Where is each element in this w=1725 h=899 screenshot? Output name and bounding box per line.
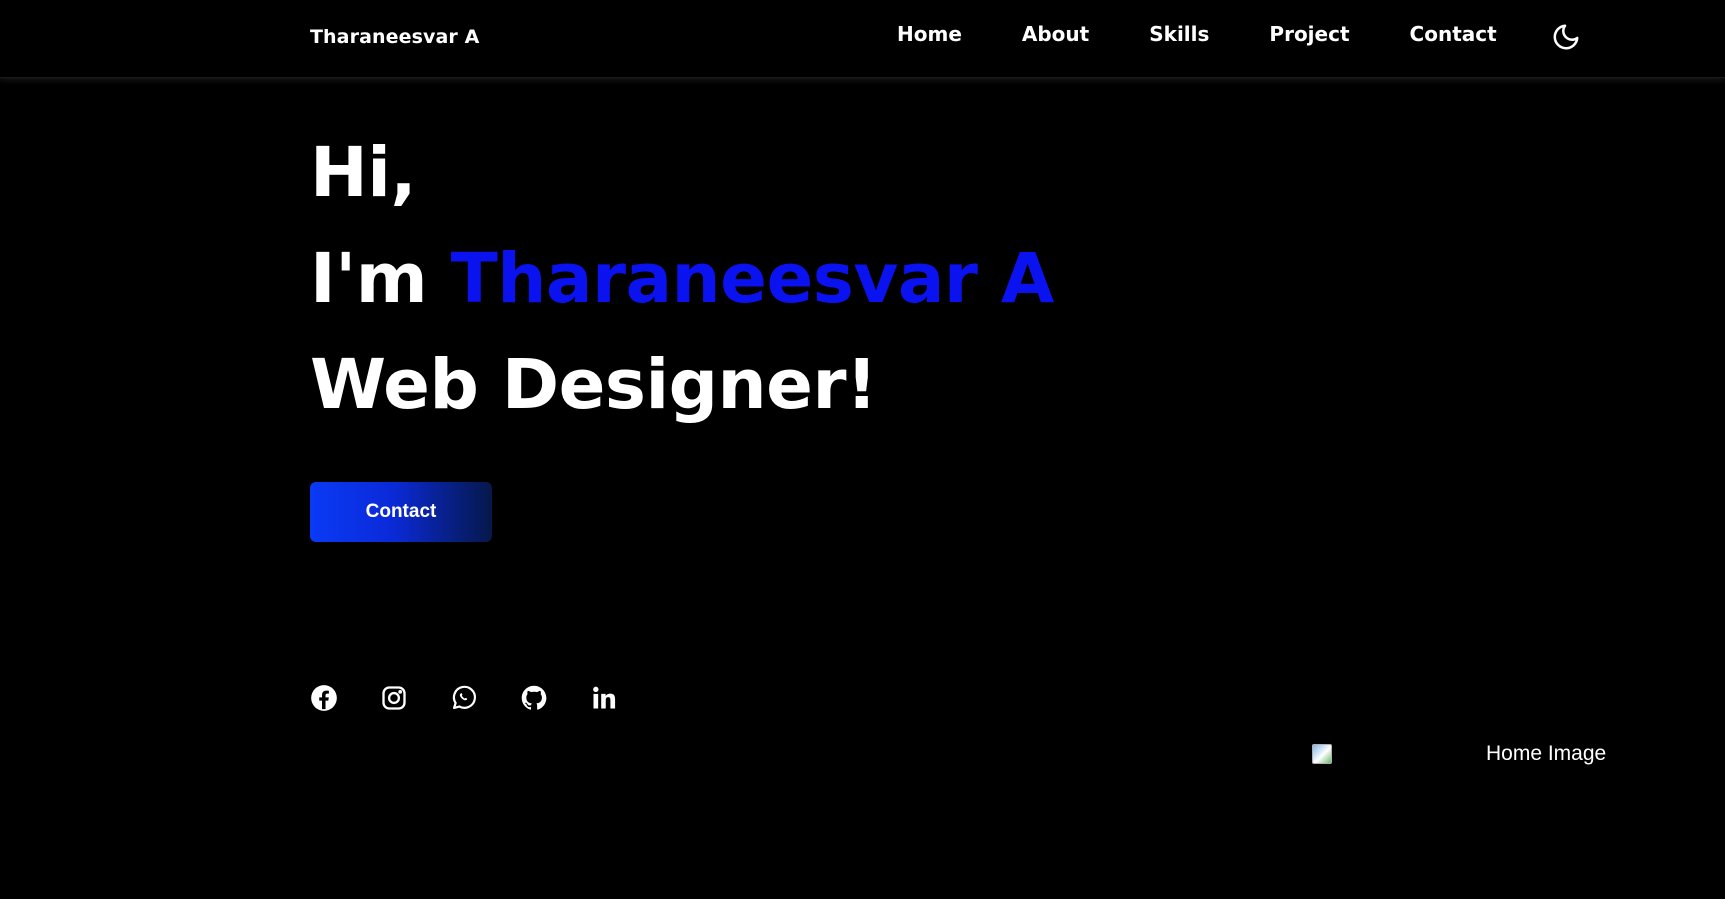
facebook-link[interactable]	[310, 684, 338, 712]
hero-role: Web Designer!	[310, 345, 877, 425]
linkedin-link[interactable]	[590, 684, 618, 712]
social-links	[310, 684, 660, 712]
broken-image-icon	[1312, 744, 1332, 764]
main-nav: Home About Skills Project Contact	[897, 22, 1497, 46]
whatsapp-icon	[452, 685, 477, 710]
github-icon	[521, 685, 547, 710]
instagram-icon	[382, 686, 406, 710]
hero-intro: I'm Tharaneesvar A	[310, 226, 1054, 332]
linkedin-icon	[593, 686, 616, 709]
facebook-icon	[311, 685, 337, 711]
nav-home[interactable]: Home	[897, 22, 962, 46]
nav-about[interactable]: About	[1022, 22, 1089, 46]
nav-project[interactable]: Project	[1269, 22, 1349, 46]
nav-skills[interactable]: Skills	[1149, 22, 1209, 46]
nav-contact[interactable]: Contact	[1410, 22, 1497, 46]
hero-name: Tharaneesvar A	[450, 239, 1055, 319]
theme-toggle-button[interactable]	[1551, 22, 1581, 52]
github-link[interactable]	[520, 684, 548, 712]
instagram-link[interactable]	[380, 684, 408, 712]
site-logo[interactable]: Tharaneesvar A	[310, 26, 479, 48]
whatsapp-link[interactable]	[450, 684, 478, 712]
hero-section: Hi, I'm Tharaneesvar A Web Designer!	[310, 120, 1054, 438]
hero-greeting: Hi,	[310, 133, 417, 213]
home-image-alt-text: Home Image	[1486, 742, 1607, 765]
home-image: Home Image	[1312, 742, 1618, 782]
contact-button[interactable]: Contact	[310, 482, 492, 542]
hero-intro-prefix: I'm	[310, 239, 451, 319]
site-header: Tharaneesvar A Home About Skills Project…	[0, 0, 1725, 78]
moon-icon	[1553, 24, 1579, 50]
